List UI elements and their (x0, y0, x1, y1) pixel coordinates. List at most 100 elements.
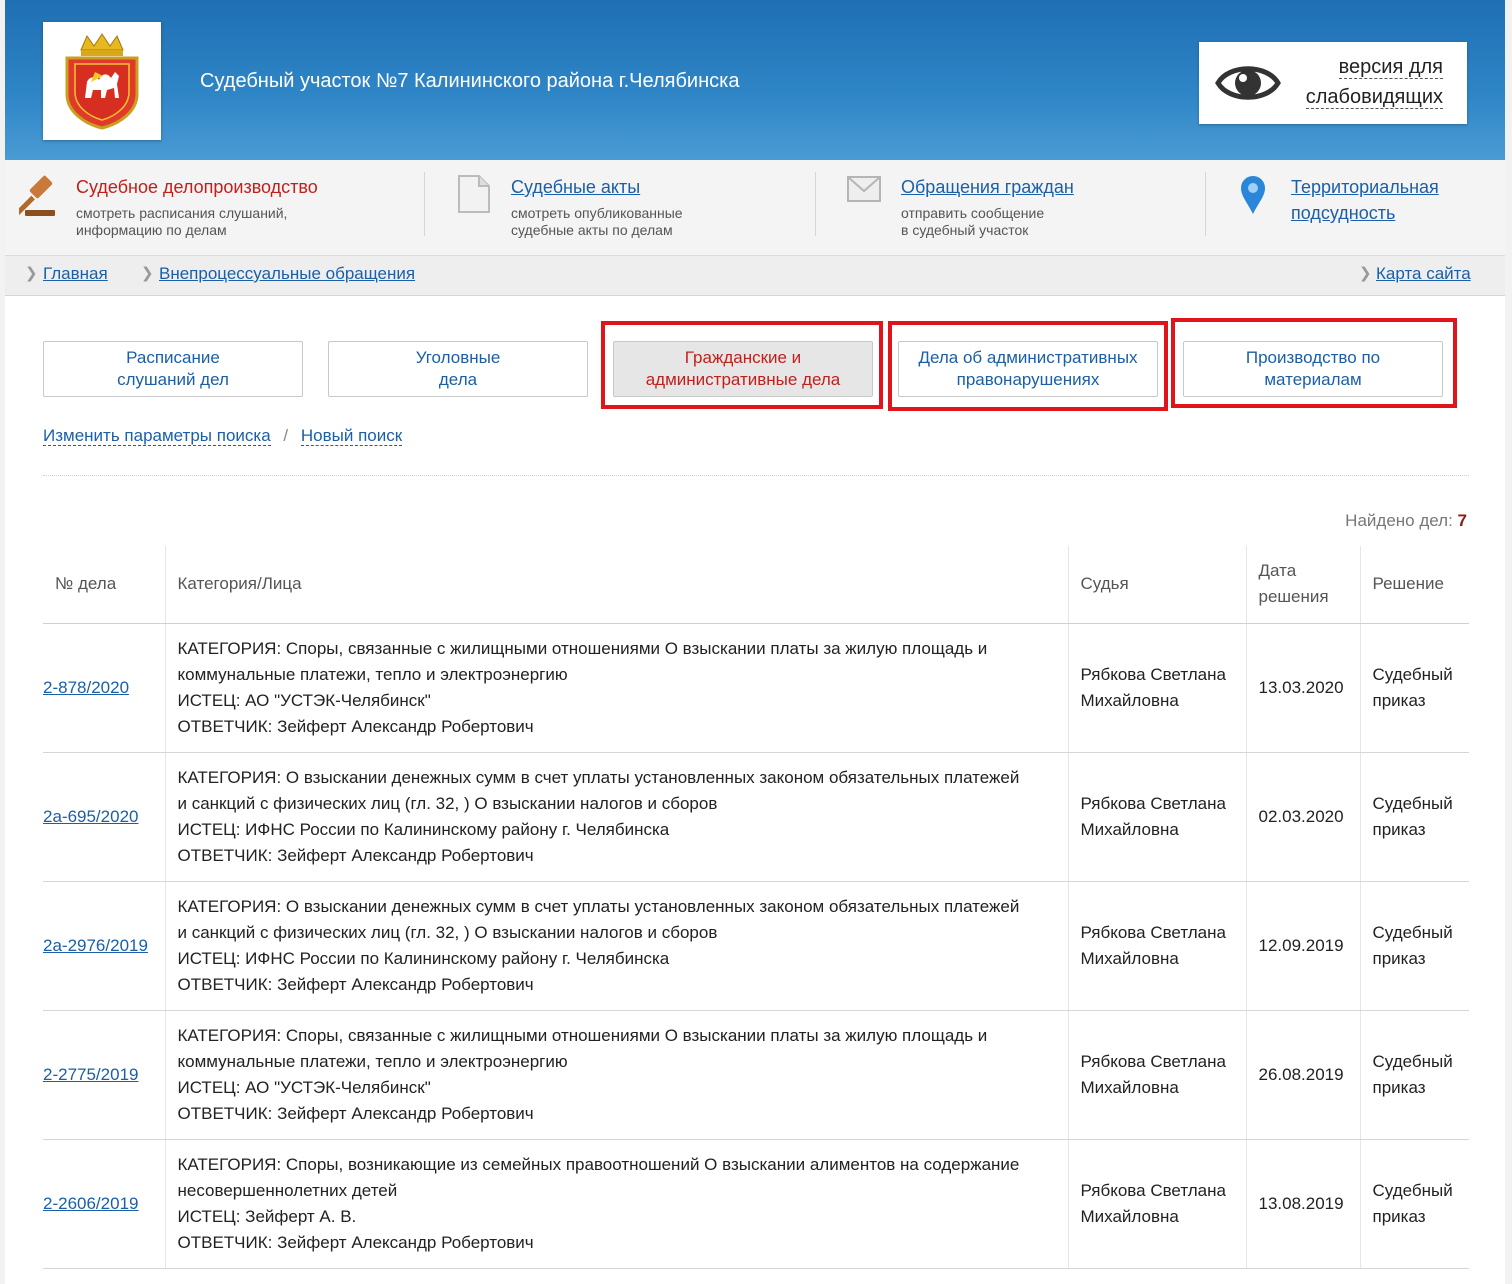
column-header-decision-date: Дата решения (1245, 546, 1360, 624)
tab-hearing-schedule[interactable]: Расписание слушаний дел (43, 341, 303, 397)
plaintiff-line: ИСТЕЦ: ИФНС России по Калининскому район… (177, 948, 670, 968)
table-row: 2-878/2020 КАТЕГОРИЯ: Споры, связанные с … (43, 623, 1469, 753)
low-vision-version-button[interactable]: версия для слабовидящих (1199, 42, 1467, 124)
judge-cell: Рябкова Светлана Михайловна (1067, 881, 1246, 1011)
nav-item-jurisdiction[interactable]: Территориальная подсудность (1239, 160, 1499, 256)
category-line: КАТЕГОРИЯ: Споры, связанные с жилищными … (177, 1025, 988, 1045)
category-cell: КАТЕГОРИЯ: О взыскании денежных сумм в с… (164, 752, 1068, 882)
case-number-link[interactable]: 2а-695/2020 (43, 807, 138, 826)
search-links: Изменить параметры поиска / Новый поиск (43, 426, 403, 446)
judge-cell: Рябкова Светлана Михайловна (1067, 623, 1246, 753)
decision-line1: Судебный (1372, 1180, 1453, 1200)
decision-date-cell: 26.08.2019 (1245, 1010, 1360, 1140)
sitemap-link[interactable]: Карта сайта (1376, 264, 1471, 284)
low-vision-label-line1: версия для (1338, 56, 1443, 79)
breadcrumb-current-link[interactable]: Внепроцессуальные обращения (159, 264, 415, 284)
nav-title-court-proceedings[interactable]: Судебное делопроизводство (76, 174, 318, 200)
column-header-decision: Решение (1359, 546, 1469, 624)
judge-name-line2: Михайловна (1080, 948, 1179, 968)
tab-label-line2: слушаний дел (117, 370, 229, 389)
judge-name-line2: Михайловна (1080, 1206, 1179, 1226)
category-cell: КАТЕГОРИЯ: Споры, возникающие из семейны… (164, 1139, 1068, 1269)
nav-title-jurisdiction-line1[interactable]: Территориальная (1291, 174, 1439, 200)
table-row: 2-2606/2019 КАТЕГОРИЯ: Споры, возникающие… (43, 1139, 1469, 1269)
highlight-box (601, 321, 883, 409)
results-count: Найдено дел: 7 (1345, 511, 1467, 531)
category-cell: КАТЕГОРИЯ: Споры, связанные с жилищными … (164, 1010, 1068, 1140)
column-header-judge: Судья (1067, 546, 1246, 624)
nav-desc-line2: информацию по делам (76, 222, 227, 238)
nav-divider (1205, 172, 1206, 236)
nav-item-citizen-appeals[interactable]: Обращения граждан отправить сообщение в … (847, 160, 1197, 256)
defendant-line: ОТВЕТЧИК: Зейферт Александр Робертович (177, 1232, 534, 1252)
nav-title-jurisdiction-line2[interactable]: подсудность (1291, 200, 1439, 226)
judge-name-line1: Рябкова Светлана (1080, 793, 1226, 813)
case-number-link[interactable]: 2-878/2020 (43, 678, 129, 697)
main-navigation: Судебное делопроизводство смотреть распи… (5, 160, 1505, 256)
gavel-icon (19, 175, 55, 216)
document-icon (458, 175, 490, 213)
defendant-line: ОТВЕТЧИК: Зейферт Александр Робертович (177, 845, 534, 865)
cases-table: № дела Категория/Лица Судья Дата решения… (43, 546, 1469, 1269)
case-number-link[interactable]: 2-2775/2019 (43, 1065, 138, 1084)
decision-cell: Судебный приказ (1359, 1010, 1469, 1140)
highlight-box (888, 321, 1168, 411)
judge-name-line2: Михайловна (1080, 690, 1179, 710)
chevron-right-icon: ❯ (1359, 265, 1372, 282)
judge-name-line2: Михайловна (1080, 819, 1179, 839)
column-header-case-number: № дела (43, 546, 165, 624)
case-number-cell: 2а-695/2020 (43, 752, 165, 882)
case-number-link[interactable]: 2а-2976/2019 (43, 936, 148, 955)
decision-date-cell: 13.08.2019 (1245, 1139, 1360, 1269)
category-line: и санкций с физических лиц (гл. 32, ) О … (177, 793, 718, 813)
case-number-cell: 2-2775/2019 (43, 1010, 165, 1140)
new-search-link[interactable]: Новый поиск (300, 426, 403, 446)
nav-desc-line1: смотреть расписания слушаний, (76, 205, 288, 221)
decision-line2: приказ (1372, 948, 1426, 968)
nav-item-court-proceedings[interactable]: Судебное делопроизводство смотреть распи… (19, 160, 419, 256)
change-search-params-link[interactable]: Изменить параметры поиска (43, 426, 271, 446)
decision-line1: Судебный (1372, 664, 1453, 684)
nav-desc-line1: смотреть опубликованные (511, 205, 683, 221)
case-number-cell: 2-2606/2019 (43, 1139, 165, 1269)
plaintiff-line: ИСТЕЦ: Зейферт А. В. (177, 1206, 357, 1226)
category-line: КАТЕГОРИЯ: Споры, связанные с жилищными … (177, 638, 988, 658)
defendant-line: ОТВЕТЧИК: Зейферт Александр Робертович (177, 974, 534, 994)
highlight-box (1171, 318, 1457, 408)
chevron-right-icon: ❯ (141, 265, 154, 282)
case-number-link[interactable]: 2-2606/2019 (43, 1194, 138, 1213)
table-header-row: № дела Категория/Лица Судья Дата решения… (43, 546, 1469, 624)
judge-name-line1: Рябкова Светлана (1080, 922, 1226, 942)
category-line: КАТЕГОРИЯ: О взыскании денежных сумм в с… (177, 896, 1020, 916)
decision-date-cell: 02.03.2020 (1245, 752, 1360, 882)
breadcrumb-home-link[interactable]: Главная (43, 264, 108, 284)
decision-date-cell: 13.03.2020 (1245, 623, 1360, 753)
nav-title-citizen-appeals[interactable]: Обращения граждан (901, 174, 1074, 200)
coat-of-arms-logo[interactable] (43, 22, 161, 140)
category-cell: КАТЕГОРИЯ: О взыскании денежных сумм в с… (164, 881, 1068, 1011)
category-cell: КАТЕГОРИЯ: Споры, связанные с жилищными … (164, 623, 1068, 753)
judge-name-line1: Рябкова Светлана (1080, 1180, 1226, 1200)
site-title: Судебный участок №7 Калининского района … (200, 70, 740, 92)
decision-line1: Судебный (1372, 922, 1453, 942)
nav-desc-line2: в судебный участок (901, 222, 1029, 238)
decision-cell: Судебный приказ (1359, 752, 1469, 882)
plaintiff-line: ИСТЕЦ: АО "УСТЭК-Челябинск" (177, 690, 431, 710)
judge-cell: Рябкова Светлана Михайловна (1067, 752, 1246, 882)
nav-item-court-acts[interactable]: Судебные акты смотреть опубликованные су… (457, 160, 807, 256)
category-line: КАТЕГОРИЯ: Споры, возникающие из семейны… (177, 1154, 1020, 1174)
nav-desc-line2: судебные акты по делам (511, 222, 673, 238)
decision-date-cell: 12.09.2019 (1245, 881, 1360, 1011)
nav-divider (424, 172, 425, 236)
envelope-icon (847, 176, 881, 202)
category-line: коммунальные платежи, тепло и электроэне… (177, 1051, 568, 1071)
page: Судебный участок №7 Калининского района … (5, 0, 1505, 1284)
decision-line1: Судебный (1372, 1051, 1453, 1071)
table-row: 2а-695/2020 КАТЕГОРИЯ: О взыскании денежн… (43, 752, 1469, 882)
plaintiff-line: ИСТЕЦ: АО "УСТЭК-Челябинск" (177, 1077, 431, 1097)
table-row: 2а-2976/2019 КАТЕГОРИЯ: О взыскании денеж… (43, 881, 1469, 1011)
defendant-line: ОТВЕТЧИК: Зейферт Александр Робертович (177, 716, 534, 736)
section-divider (43, 475, 1469, 476)
nav-title-court-acts[interactable]: Судебные акты (511, 174, 640, 200)
tab-criminal-cases[interactable]: Уголовные дела (328, 341, 588, 397)
